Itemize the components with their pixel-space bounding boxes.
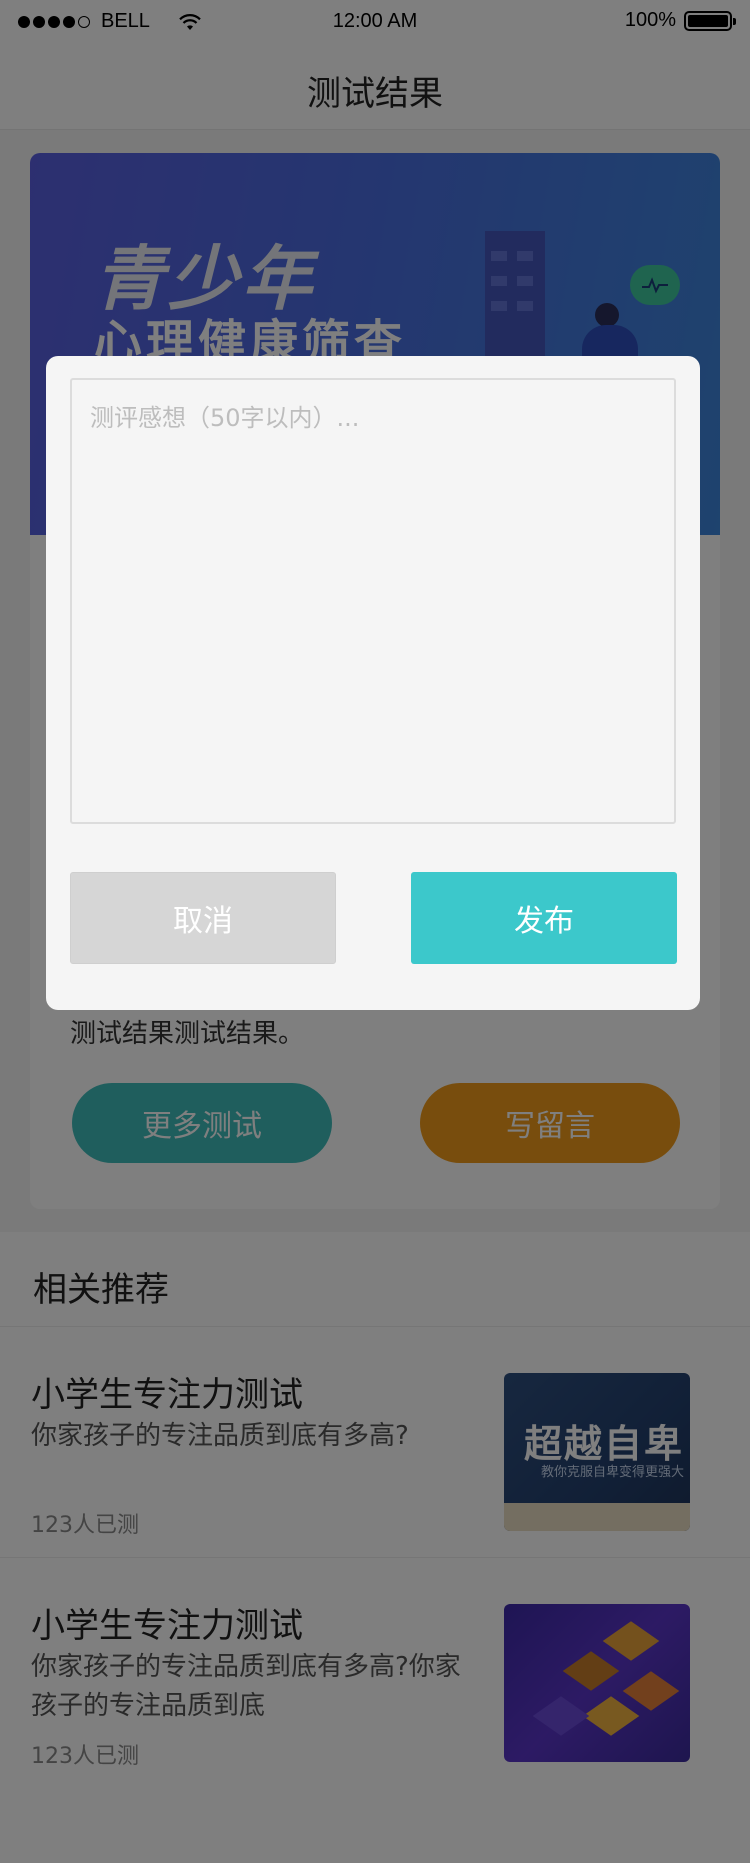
- comment-input[interactable]: [70, 378, 676, 824]
- publish-button[interactable]: 发布: [411, 872, 677, 964]
- comment-dialog: 取消 发布: [46, 356, 700, 1010]
- cancel-button[interactable]: 取消: [70, 872, 336, 964]
